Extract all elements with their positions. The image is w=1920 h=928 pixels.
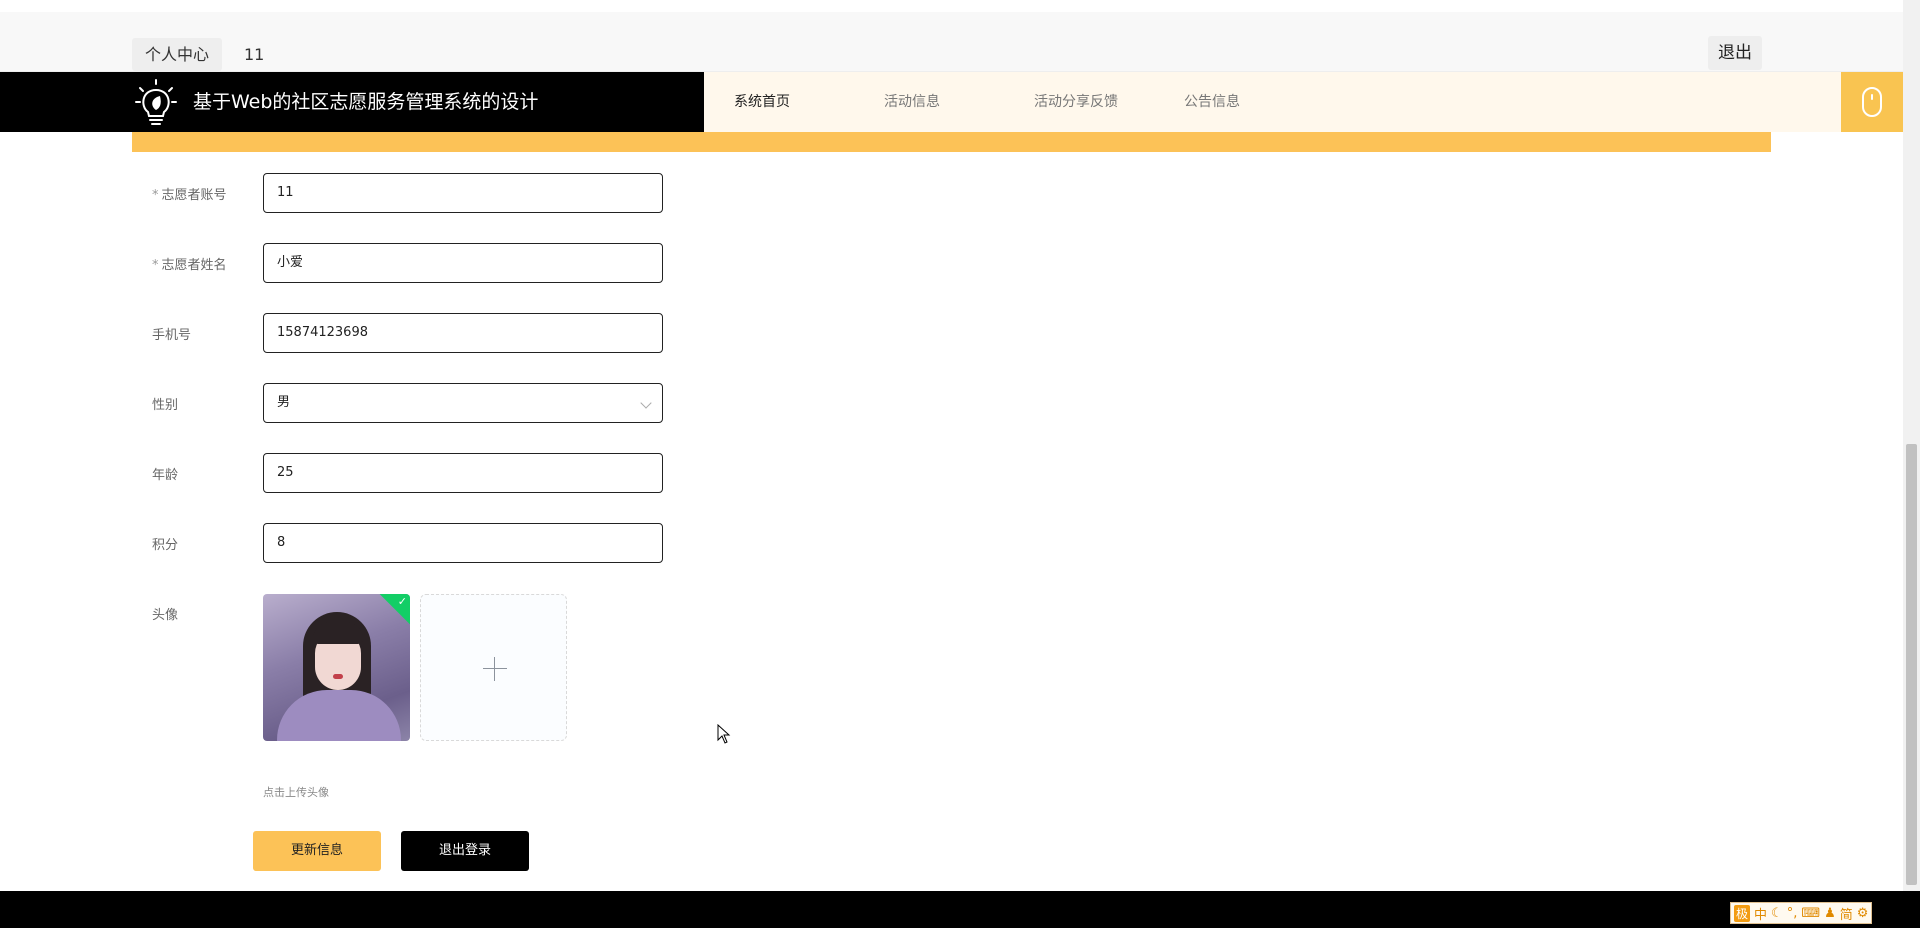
ime-toolbar[interactable]: 极 中 ☾ °, ⌨ ♟ 简 ⚙ bbox=[1730, 902, 1873, 924]
vertical-scrollbar[interactable] bbox=[1903, 0, 1920, 891]
avatar-bangs bbox=[313, 622, 363, 644]
avatar-label: 头像 bbox=[152, 608, 179, 623]
punctuation-icon[interactable]: °, bbox=[1787, 906, 1798, 921]
nav-activity-feedback[interactable]: 活动分享反馈 bbox=[1034, 72, 1118, 132]
site-title: 基于Web的社区志愿服务管理系统的设计 bbox=[193, 91, 539, 113]
user-icon[interactable]: ♟ bbox=[1824, 906, 1836, 921]
page: 个人中心 11 退出 基于Web的社区志愿服务管理系统的设计 系统首页 活动信息… bbox=[0, 0, 1920, 928]
username-text: 11 bbox=[244, 45, 265, 64]
brand[interactable]: 基于Web的社区志愿服务管理系统的设计 bbox=[0, 72, 704, 132]
ime-simplified[interactable]: 简 bbox=[1840, 904, 1853, 923]
phone-input[interactable]: 15874123698 bbox=[263, 313, 663, 353]
site-header: 基于Web的社区志愿服务管理系统的设计 系统首页 活动信息 活动分享反馈 公告信… bbox=[0, 72, 1903, 142]
avatar-upload-button[interactable] bbox=[420, 594, 567, 741]
keyboard-icon[interactable]: ⌨ bbox=[1801, 906, 1820, 921]
logout-top-button[interactable]: 退出 bbox=[1708, 36, 1762, 70]
banner-bar bbox=[132, 132, 1771, 152]
moon-icon[interactable]: ☾ bbox=[1771, 906, 1783, 921]
points-label: 积分 bbox=[152, 538, 179, 553]
gender-select[interactable]: 男 bbox=[263, 383, 663, 423]
ime-mode[interactable]: 中 bbox=[1754, 904, 1767, 923]
lightbulb-leaf-icon bbox=[135, 79, 177, 125]
nav-announcements[interactable]: 公告信息 bbox=[1184, 72, 1240, 132]
account-label: * 志愿者账号 bbox=[152, 188, 227, 203]
check-icon: ✓ bbox=[397, 595, 407, 608]
gender-value: 男 bbox=[277, 395, 291, 410]
age-input[interactable]: 25 bbox=[263, 453, 663, 493]
update-info-button[interactable]: 更新信息 bbox=[253, 831, 381, 871]
name-input[interactable]: 小爱 bbox=[263, 243, 663, 283]
footer bbox=[0, 891, 1920, 928]
chevron-down-icon bbox=[640, 397, 652, 409]
points-input[interactable]: 8 bbox=[263, 523, 663, 563]
age-label: 年龄 bbox=[152, 468, 179, 483]
mouse-cursor-icon bbox=[717, 724, 731, 744]
top-bar: 个人中心 11 退出 bbox=[0, 0, 1903, 72]
gender-label: 性别 bbox=[152, 398, 179, 413]
ime-logo-icon: 极 bbox=[1734, 904, 1751, 922]
settings-gear-icon[interactable]: ⚙ bbox=[1857, 906, 1869, 921]
personal-center-button[interactable]: 个人中心 bbox=[132, 38, 223, 71]
avatar-lips bbox=[333, 674, 343, 679]
upload-hint: 点击上传头像 bbox=[263, 786, 329, 799]
plus-icon-vertical bbox=[494, 657, 495, 681]
avatar-body bbox=[277, 690, 401, 741]
nav-activity-info[interactable]: 活动信息 bbox=[884, 72, 940, 132]
account-input[interactable]: 11 bbox=[263, 173, 663, 213]
plus-icon bbox=[483, 668, 507, 669]
name-label: * 志愿者姓名 bbox=[152, 258, 227, 273]
mouse-icon bbox=[1862, 87, 1882, 117]
scrollbar-thumb[interactable] bbox=[1906, 444, 1917, 885]
logout-button[interactable]: 退出登录 bbox=[401, 831, 529, 871]
mouse-button[interactable] bbox=[1841, 72, 1903, 132]
avatar-image[interactable]: ✓ bbox=[263, 594, 410, 741]
nav-home[interactable]: 系统首页 bbox=[734, 72, 790, 132]
phone-label: 手机号 bbox=[152, 328, 192, 343]
